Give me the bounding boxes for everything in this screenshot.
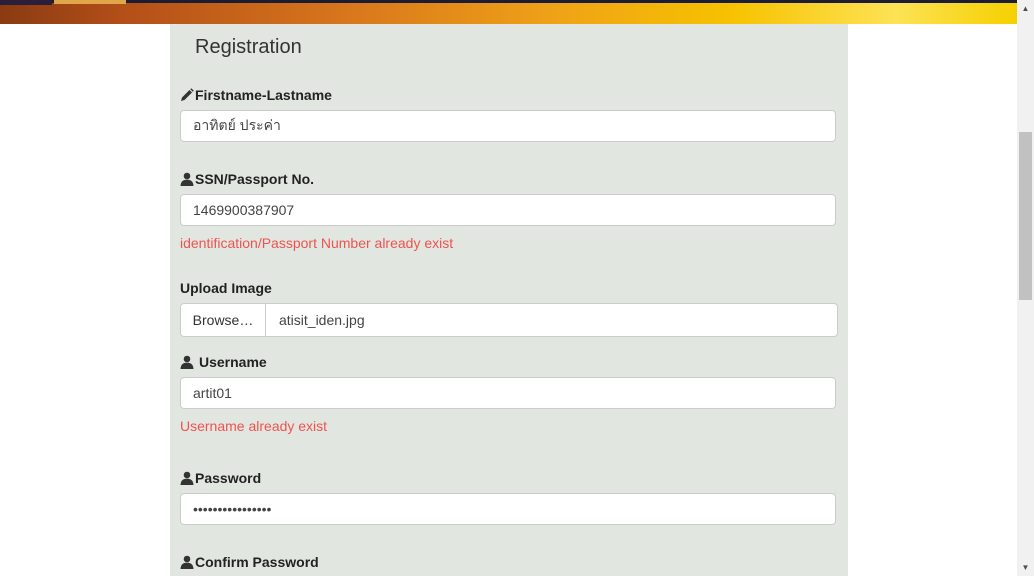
banner-dark-strip [0,0,1017,3]
password-field[interactable]: •••••••••••••••• [180,493,836,525]
ssn-field[interactable]: 1469900387907 [180,194,836,226]
vertical-scrollbar[interactable]: ▲ ▼ [1017,0,1034,576]
file-name-field[interactable]: atisit_iden.jpg [266,303,838,337]
username-label: Username [180,354,267,370]
password-label: Password [180,470,261,486]
fullname-label-text: Firstname-Lastname [195,87,332,103]
registration-panel: Registration Firstname-Lastname อาทิตย์ … [170,24,848,576]
username-label-text: Username [199,354,267,370]
upload-image-label: Upload Image [180,280,272,296]
username-error-message: Username already exist [180,418,328,434]
scroll-down-arrow-icon[interactable]: ▼ [1017,559,1034,576]
confirm-password-label: Confirm Password [180,554,319,570]
top-banner [0,0,1017,24]
ssn-label: SSN/Passport No. [180,171,314,187]
username-field[interactable]: artit01 [180,377,836,409]
banner-segment-gold [54,0,126,4]
confirm-password-label-text: Confirm Password [195,554,319,570]
ssn-label-text: SSN/Passport No. [195,171,315,187]
scrollbar-thumb[interactable] [1019,132,1032,300]
browse-button[interactable]: Browse… [180,303,266,337]
page-title: Registration [195,36,302,58]
user-icon [180,172,194,186]
pencil-icon [180,88,194,102]
user-icon [180,355,194,369]
user-icon [180,471,194,485]
fullname-label: Firstname-Lastname [180,87,332,103]
fullname-field[interactable]: อาทิตย์ ประค่า [180,110,836,142]
banner-segment-dark [0,0,52,5]
upload-image-label-text: Upload Image [180,280,272,296]
file-upload-group: Browse… atisit_iden.jpg [180,303,838,337]
ssn-error-message: identification/Passport Number already e… [180,235,454,251]
password-label-text: Password [195,470,262,486]
user-icon [180,555,194,569]
scroll-up-arrow-icon[interactable]: ▲ [1017,0,1034,17]
